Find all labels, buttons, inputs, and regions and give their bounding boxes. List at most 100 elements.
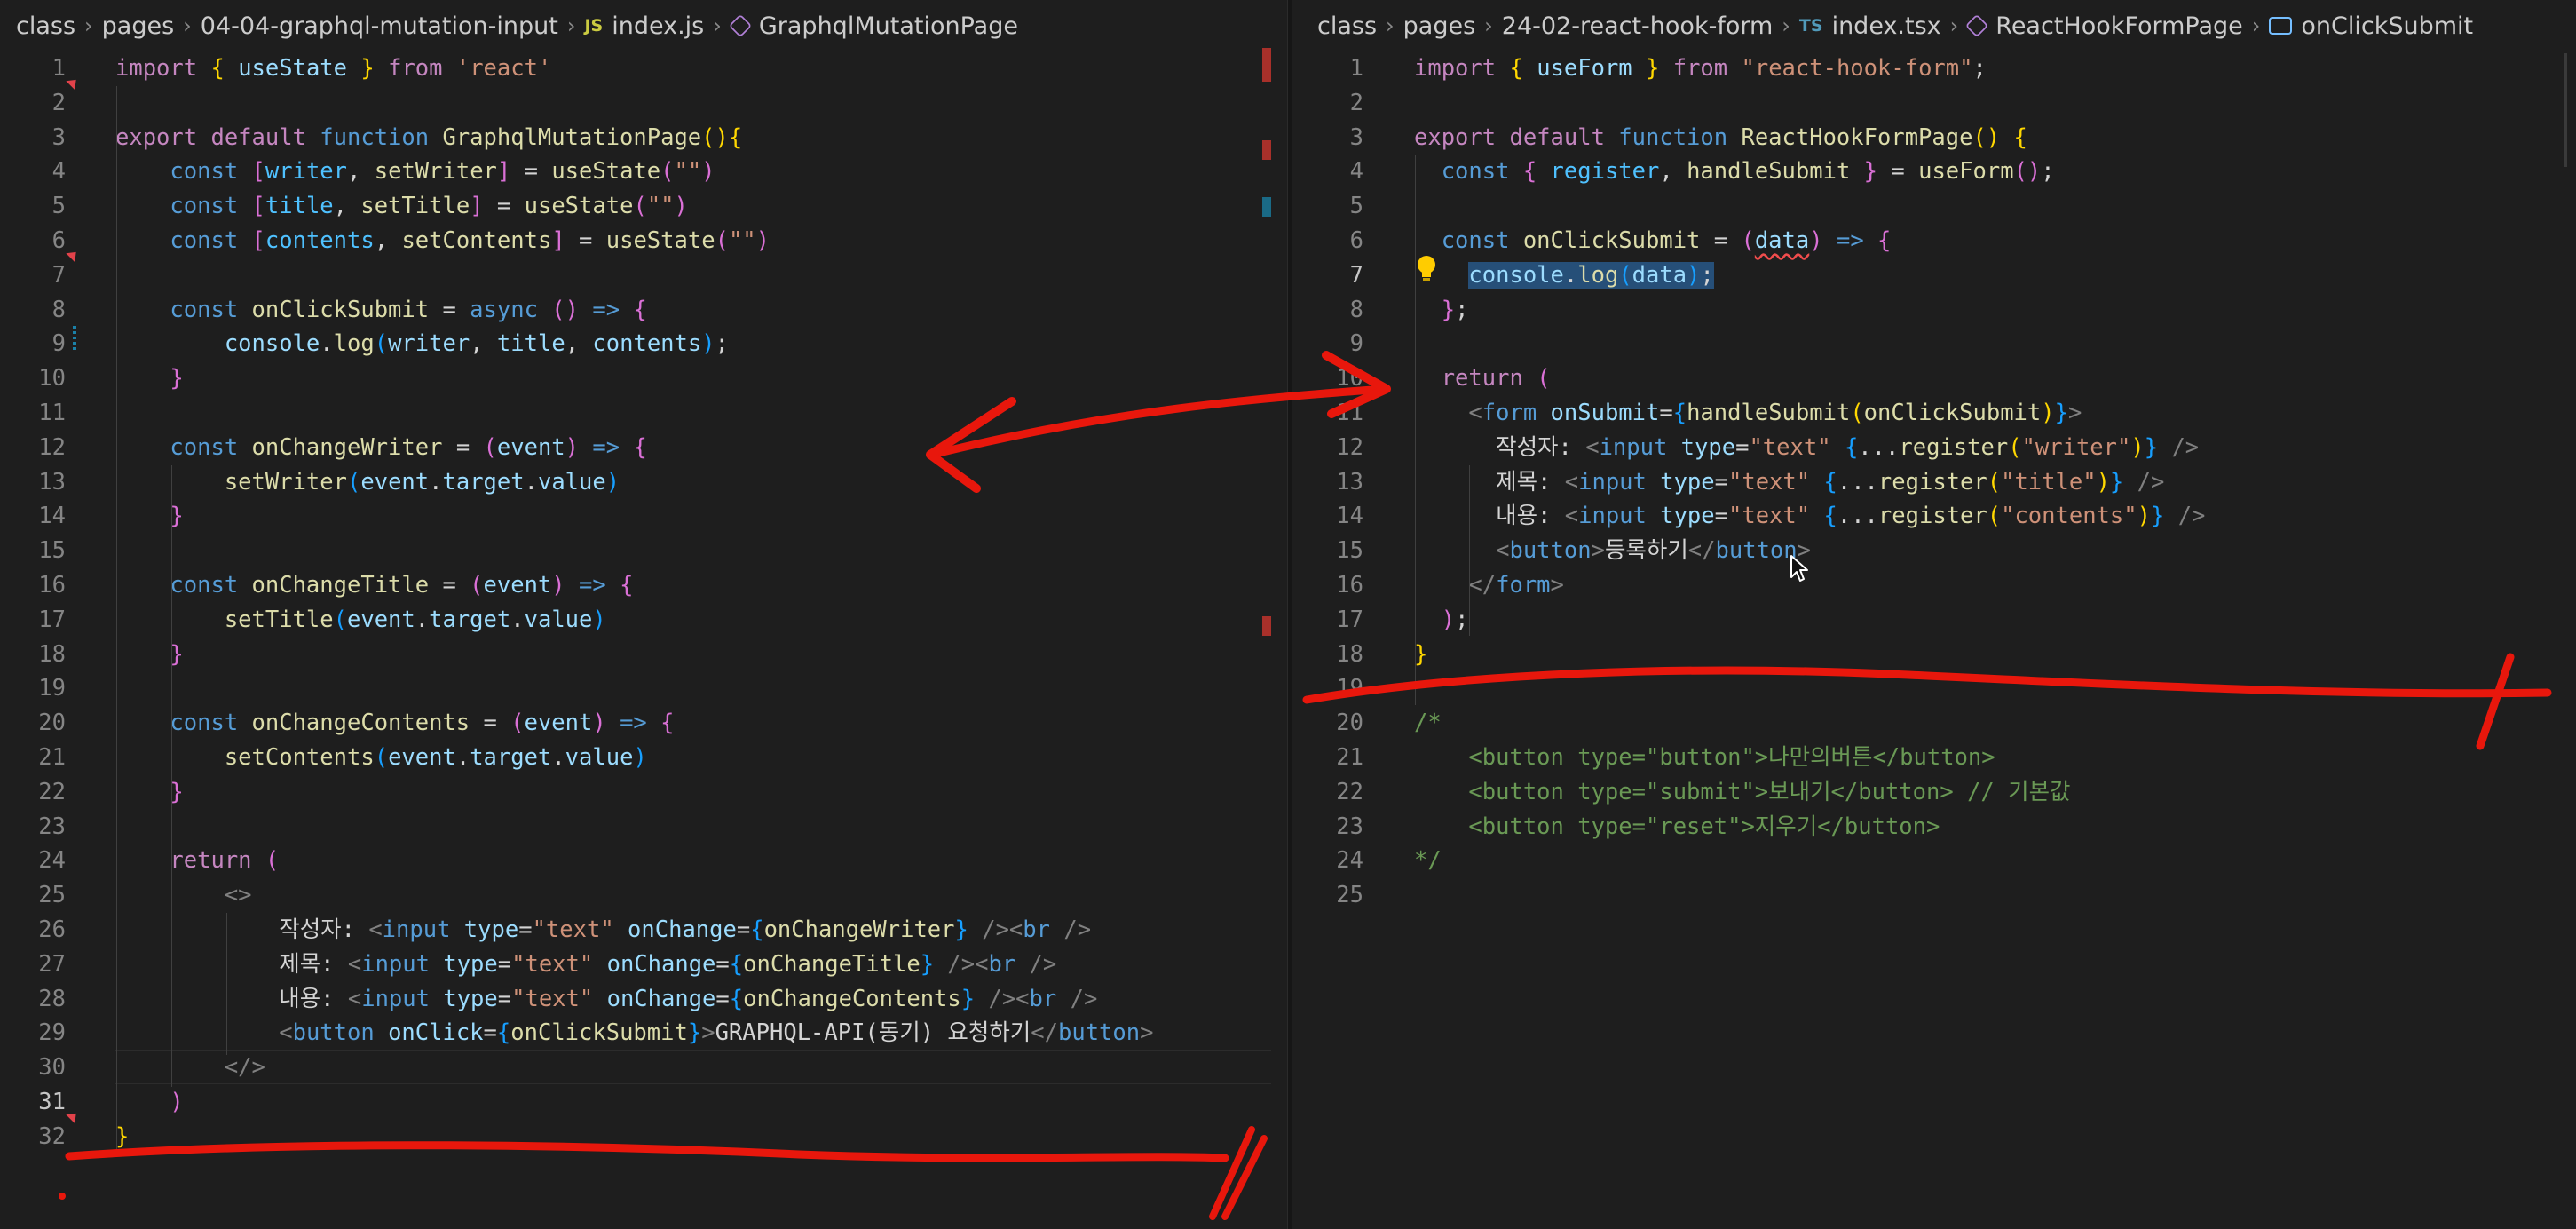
scrollbar-thumb[interactable] [2564, 53, 2567, 167]
code-line: 5 const [title, setTitle] = useState("") [0, 189, 1287, 224]
javascript-file-icon: JS [584, 16, 604, 36]
mouse-cursor-icon [1790, 555, 1808, 582]
line-number: 18 [38, 640, 66, 668]
scrollbar-marker [1262, 140, 1271, 160]
line-number: 14 [38, 503, 66, 530]
scrollbar-marker [1262, 48, 1271, 82]
breadcrumb-item-file[interactable]: index.js [612, 12, 704, 40]
indent-guide [1469, 465, 1470, 636]
code-text: const onChangeContents = (event) => { [115, 710, 675, 737]
code-line: 10 return ( [1292, 361, 2576, 396]
indent-guide [1415, 155, 1416, 705]
code-line: 24 */ [1292, 844, 2576, 878]
line-number: 24 [38, 847, 66, 875]
code-text: const { register, handleSubmit } = useFo… [1414, 158, 2055, 186]
code-text: const onChangeTitle = (event) => { [115, 571, 634, 599]
line-number: 32 [38, 1122, 66, 1150]
line-number: 17 [38, 606, 66, 633]
code-line: 32} [0, 1120, 1287, 1154]
code-text: <button onClick={onClickSubmit}>GRAPHQL-… [115, 1019, 1154, 1047]
code-text: 작성자: <input type="text" onChange={onChan… [115, 916, 1092, 943]
code-text: 내용: <input type="text" {...register("con… [1414, 503, 2206, 530]
breadcrumb-item-class[interactable]: class [16, 12, 75, 40]
code-text: } [115, 503, 184, 530]
chevron-right-icon: › [183, 13, 192, 38]
line-number: 20 [1336, 710, 1363, 737]
code-line: 18} [1292, 638, 2576, 672]
code-line: 18 } [0, 638, 1287, 672]
line-number: 4 [1349, 158, 1363, 186]
line-number: 1 [1349, 55, 1363, 82]
code-line: 12 const onChangeWriter = (event) => { [0, 431, 1287, 465]
line-number: 8 [51, 296, 66, 323]
code-line: 5 [1292, 189, 2576, 224]
breadcrumb-item-pages[interactable]: pages [102, 12, 175, 40]
code-line: 20 /* [1292, 706, 2576, 741]
line-number: 29 [38, 1019, 66, 1047]
code-text: console.log(writer, title, contents); [115, 330, 729, 358]
code-line: 26 작성자: <input type="text" onChange={onC… [0, 913, 1287, 948]
code-line: 2 [0, 86, 1287, 121]
line-number: 28 [38, 985, 66, 1012]
chevron-right-icon: › [2251, 13, 2261, 38]
left-editor-pane[interactable]: class › pages › 04-04-graphql-mutation-i… [0, 0, 1287, 1229]
breadcrumb-item-subsymbol[interactable]: onClickSubmit [2301, 12, 2473, 40]
code-line: 28 내용: <input type="text" onChange={onCh… [0, 982, 1287, 1017]
breadcrumb-item-class[interactable]: class [1317, 12, 1377, 40]
code-text: const [title, setTitle] = useState("") [115, 193, 688, 220]
breadcrumb-item-folder[interactable]: 24-02-react-hook-form [1502, 12, 1774, 40]
chevron-right-icon: › [1782, 13, 1790, 38]
breadcrumb-item-symbol[interactable]: GraphqlMutationPage [759, 12, 1018, 40]
code-text: <button type="button">나만의버튼</button> [1414, 743, 1995, 771]
breadcrumb: class › pages › 24-02-react-hook-form › … [1292, 0, 2576, 52]
code-text: <form onSubmit={handleSubmit(onClickSubm… [1414, 399, 2082, 426]
code-line: 8 const onClickSubmit = async () => { [0, 293, 1287, 328]
code-line: 16 const onChangeTitle = (event) => { [0, 568, 1287, 603]
code-line: 23 <button type="reset">지우기</button> [1292, 810, 2576, 844]
code-text: return ( [115, 847, 280, 875]
line-number: 24 [1336, 847, 1363, 875]
code-text: 제목: <input type="text" {...register("tit… [1414, 468, 2165, 496]
line-number: 15 [1336, 537, 1363, 565]
breadcrumb-item-pages[interactable]: pages [1403, 12, 1476, 40]
line-number: 1 [51, 55, 66, 82]
line-number: 2 [1349, 89, 1363, 116]
code-editor[interactable]: 1 import { useState } from 'react' 2 3 exp… [0, 52, 1287, 1154]
code-text: ) [115, 1088, 184, 1115]
breadcrumb-item-file[interactable]: index.tsx [1832, 12, 1941, 40]
line-number: 9 [51, 330, 66, 358]
line-number: 16 [1336, 571, 1363, 599]
breadcrumb-item-folder[interactable]: 04-04-graphql-mutation-input [201, 12, 558, 40]
breadcrumb: class › pages › 04-04-graphql-mutation-i… [0, 0, 1287, 52]
code-line: 31 ) [0, 1085, 1287, 1120]
code-line: 4 const { register, handleSubmit } = use… [1292, 155, 2576, 189]
line-number: 22 [1336, 778, 1363, 805]
line-number: 22 [38, 778, 66, 805]
line-number: 6 [1349, 226, 1363, 254]
code-text: const onClickSubmit = async () => { [115, 296, 647, 323]
line-number: 8 [1349, 296, 1363, 323]
line-number: 9 [1349, 330, 1363, 358]
code-line: 22 } [0, 775, 1287, 810]
line-number: 5 [51, 193, 66, 220]
right-editor-pane[interactable]: class › pages › 24-02-react-hook-form › … [1292, 0, 2576, 1229]
code-line: 7 console.log(data); [1292, 258, 2576, 293]
code-line: 12 작성자: <input type="text" {...register(… [1292, 431, 2576, 465]
lightbulb-icon[interactable] [1415, 254, 1438, 284]
chevron-right-icon: › [713, 13, 722, 38]
breadcrumb-item-symbol[interactable]: ReactHookFormPage [1995, 12, 2243, 40]
code-text: <> [115, 882, 252, 909]
line-number: 12 [38, 433, 66, 461]
code-line: 4 const [writer, setWriter] = useState("… [0, 155, 1287, 189]
line-number: 19 [38, 675, 66, 702]
line-number: 21 [38, 743, 66, 771]
line-number: 10 [38, 365, 66, 392]
code-text: <button type="reset">지우기</button> [1414, 813, 1940, 840]
line-number: 27 [38, 950, 66, 978]
code-line: 24 return ( [0, 844, 1287, 878]
code-line: 10 } [0, 361, 1287, 396]
code-line: 19 [1292, 671, 2576, 706]
code-editor[interactable]: 1 import { useForm } from "react-hook-for… [1292, 52, 2576, 913]
code-text: const onChangeWriter = (event) => { [115, 433, 647, 461]
code-text: import { useForm } from "react-hook-form… [1414, 55, 1987, 82]
